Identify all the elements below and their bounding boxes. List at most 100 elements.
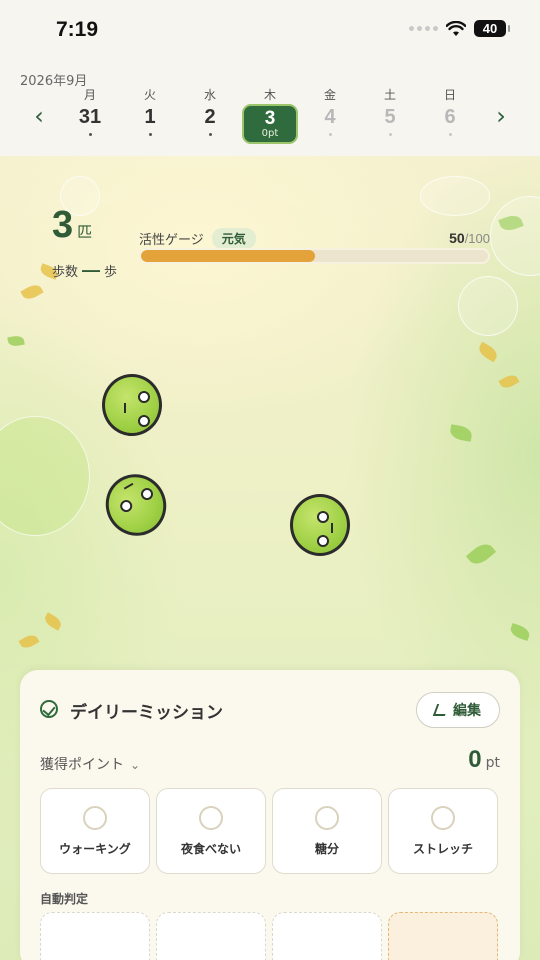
- points-unit: pt: [485, 755, 500, 771]
- pea-count: 3匹: [52, 204, 92, 247]
- day-dot: [328, 133, 332, 136]
- day-weekday: 土: [383, 88, 396, 102]
- prev-week-chevron-icon[interactable]: ‹: [28, 104, 50, 128]
- day-1[interactable]: 火 1: [122, 86, 178, 136]
- leaf-decoration: [18, 632, 40, 651]
- activity-gauge-fill: [141, 250, 315, 262]
- leaf-decoration: [7, 334, 25, 348]
- checkbox-circle-icon: [199, 805, 223, 830]
- leaf-decoration: [508, 622, 532, 642]
- checkbox-circle-icon: [315, 805, 339, 830]
- mission-tile-sugar[interactable]: 糖分: [272, 788, 382, 874]
- bubble-decoration: [490, 196, 540, 276]
- day-4[interactable]: 金 4: [302, 86, 358, 136]
- chevron-down-icon: ⌄: [130, 758, 141, 772]
- auto-tile[interactable]: [272, 912, 382, 960]
- checkbox-circle-icon: [431, 805, 455, 830]
- auto-judge-label: 自動判定: [40, 892, 89, 906]
- day-dot: [388, 133, 392, 136]
- day-weekday: 火: [143, 88, 156, 102]
- mission-tile-no-late-snack[interactable]: 夜食べない: [156, 788, 266, 874]
- checkbox-circle-icon: [83, 805, 107, 830]
- gauge-status-badge: 元気: [211, 228, 256, 249]
- day-number: 2: [204, 106, 216, 128]
- day-points: 0pt: [261, 128, 279, 139]
- auto-tile[interactable]: [156, 912, 266, 960]
- day-weekday: 水: [203, 88, 216, 102]
- wifi-icon: [446, 20, 466, 36]
- day-dot: [448, 133, 452, 136]
- auto-tile[interactable]: [40, 912, 150, 960]
- bubble-decoration: [458, 276, 518, 336]
- leaf-decoration: [448, 424, 474, 442]
- day-number: 3: [264, 108, 276, 129]
- edit-button[interactable]: 編集: [416, 692, 500, 728]
- day-weekday: 日: [443, 88, 456, 102]
- day-number: 4: [324, 106, 336, 128]
- points-value: 0 pt: [468, 746, 500, 774]
- day-3-selected[interactable]: 木 3 0pt: [242, 86, 298, 144]
- mission-tile-walking[interactable]: ウォーキング: [40, 788, 150, 874]
- day-2[interactable]: 水 2: [182, 86, 238, 136]
- mission-tile-label: 夜食べない: [180, 841, 241, 856]
- day-dot: [208, 133, 212, 136]
- day-31[interactable]: 月 31: [62, 86, 118, 136]
- steps-value: —: [82, 260, 101, 280]
- pea-count-value: 3: [52, 204, 74, 246]
- points-dropdown[interactable]: 獲得ポイント ⌄: [40, 754, 140, 774]
- pea-character[interactable]: [102, 374, 162, 436]
- day-5[interactable]: 土 5: [362, 86, 418, 136]
- mission-title: デイリーミッション: [70, 703, 223, 723]
- pea-character[interactable]: [94, 463, 178, 547]
- leaf-decoration: [476, 341, 500, 363]
- gauge-max: /100: [464, 231, 490, 246]
- leaf-decoration: [498, 372, 520, 391]
- activity-gauge-bar: [139, 248, 490, 264]
- day-6[interactable]: 日 6: [422, 86, 478, 136]
- status-time: 7:19: [56, 18, 99, 41]
- mission-tile-label: ストレッチ: [412, 841, 473, 856]
- steps: 歩数 — 歩: [52, 260, 117, 281]
- auto-judge-grid: [40, 912, 498, 960]
- mission-tile-label: 糖分: [314, 841, 339, 856]
- check-circle-icon: [40, 700, 58, 718]
- day-number: 6: [444, 106, 456, 128]
- steps-unit: 歩: [104, 265, 118, 280]
- pea-character[interactable]: [290, 494, 350, 556]
- day-dot: [148, 133, 152, 136]
- pea-count-unit: 匹: [77, 223, 93, 241]
- day-weekday: 金: [323, 88, 336, 102]
- edit-button-label: 編集: [453, 703, 481, 719]
- mission-grid: ウォーキング 夜食べない 糖分 ストレッチ: [40, 788, 498, 874]
- day-weekday: 木: [263, 88, 276, 102]
- next-week-chevron-icon[interactable]: ›: [490, 104, 512, 128]
- gauge-title: 活性ゲージ: [139, 233, 204, 248]
- leaf-decoration: [20, 281, 44, 303]
- auto-tile[interactable]: [388, 912, 498, 960]
- day-number: 1: [144, 106, 156, 128]
- day-number: 31: [78, 106, 102, 128]
- leaf-decoration: [42, 612, 64, 631]
- status-bar: 7:19 40: [0, 0, 540, 60]
- pea-pod-decoration: [0, 416, 90, 536]
- points-number: 0: [468, 746, 482, 773]
- gauge-current: 50: [449, 230, 465, 246]
- day-weekday: 月: [83, 88, 96, 102]
- leaf-decoration: [465, 539, 497, 569]
- bubble-decoration: [420, 176, 490, 216]
- day-dot: [88, 133, 92, 136]
- selected-day-box: 3 0pt: [242, 104, 298, 144]
- mission-tile-stretch[interactable]: ストレッチ: [388, 788, 498, 874]
- daily-mission-card: デイリーミッション 編集 獲得ポイント ⌄ 0 pt ウォーキング 夜食べない 糖分…: [20, 670, 520, 960]
- battery-icon: 40: [474, 20, 510, 37]
- pencil-icon: [432, 704, 450, 716]
- day-number: 5: [384, 106, 396, 128]
- status-icons: 40: [409, 20, 510, 37]
- steps-label: 歩数: [52, 265, 79, 280]
- points-label: 獲得ポイント: [40, 757, 124, 773]
- gauge-value: 50/100: [449, 230, 490, 246]
- week-calendar: 2026年9月 ‹ 月 31 火 1 水 2 木 3 0pt 金 4 土 5 日…: [0, 60, 540, 156]
- activity-gauge-label: 活性ゲージ 元気: [139, 228, 256, 249]
- signal-icon: [409, 26, 438, 31]
- mission-tile-label: ウォーキング: [59, 841, 131, 856]
